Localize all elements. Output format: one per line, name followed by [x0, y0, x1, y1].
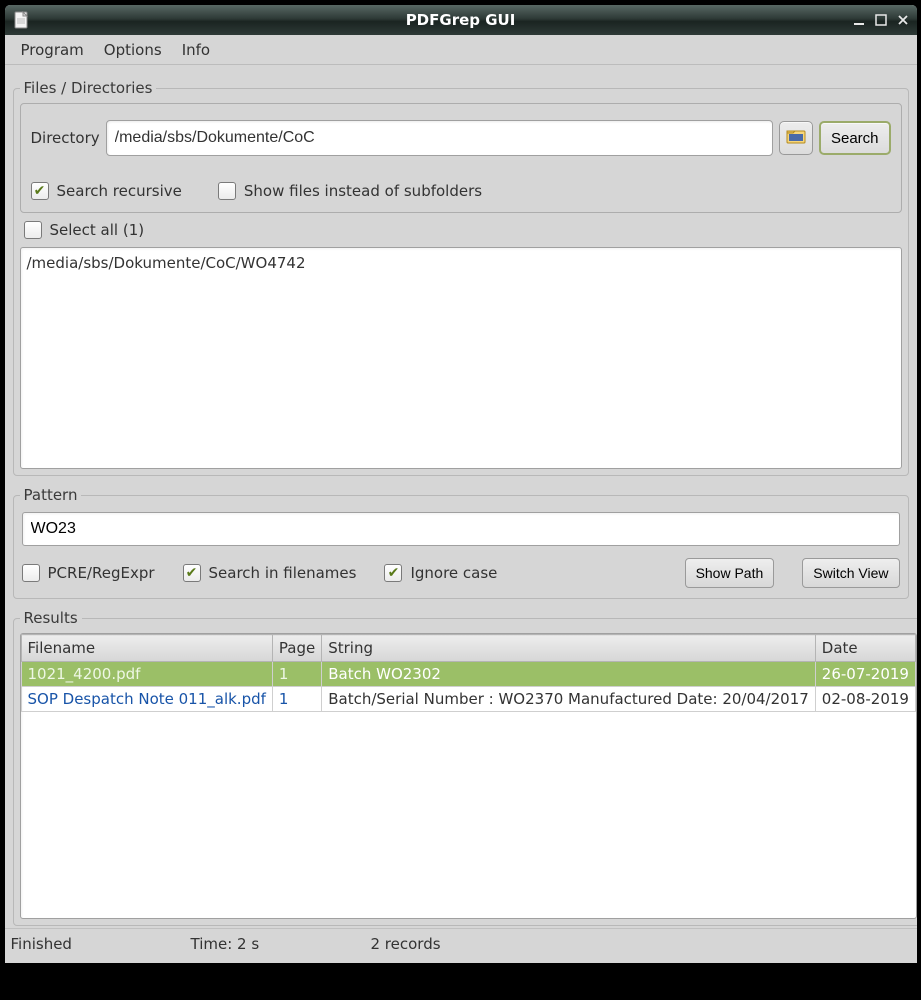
pattern-legend: Pattern	[20, 486, 82, 504]
col-page[interactable]: Page	[272, 635, 321, 662]
status-state: Finished	[11, 935, 151, 953]
pcre-label: PCRE/RegExpr	[48, 564, 155, 582]
search-button[interactable]: Search	[819, 121, 891, 155]
menu-info[interactable]: Info	[172, 37, 220, 63]
list-item[interactable]: /media/sbs/Dokumente/CoC/WO4742	[27, 252, 895, 274]
results-table[interactable]: Filename Page String Date 1021_4200.pdf1…	[21, 634, 916, 712]
browse-button[interactable]	[779, 121, 813, 155]
recursive-checkbox[interactable]: ✔ Search recursive	[31, 182, 182, 200]
files-legend: Files / Directories	[20, 79, 157, 97]
filenames-label: Search in filenames	[209, 564, 357, 582]
directory-label: Directory	[31, 129, 100, 147]
table-row[interactable]: 1021_4200.pdf1Batch WO230226-07-2019	[21, 662, 915, 687]
table-cell[interactable]: Batch/Serial Number : WO2370 Manufacture…	[322, 687, 816, 712]
table-cell[interactable]: 02-08-2019	[815, 687, 915, 712]
table-cell[interactable]: 1	[272, 662, 321, 687]
select-all-label: Select all (1)	[50, 221, 145, 239]
results-header-row[interactable]: Filename Page String Date	[21, 635, 915, 662]
col-filename[interactable]: Filename	[21, 635, 272, 662]
table-cell[interactable]: 1	[272, 687, 321, 712]
directory-input[interactable]	[106, 120, 773, 156]
close-icon[interactable]	[893, 10, 913, 30]
show-path-button[interactable]: Show Path	[685, 558, 775, 588]
table-cell[interactable]: 1021_4200.pdf	[21, 662, 272, 687]
table-row[interactable]: SOP Despatch Note 011_alk.pdf1Batch/Seri…	[21, 687, 915, 712]
folder-icon	[786, 127, 806, 149]
ignore-case-checkbox[interactable]: ✔ Ignore case	[384, 564, 497, 582]
maximize-icon[interactable]	[871, 10, 891, 30]
files-group: Files / Directories Directory	[13, 79, 909, 476]
menu-options[interactable]: Options	[94, 37, 172, 63]
menu-program[interactable]: Program	[11, 37, 94, 63]
pattern-group: Pattern ✔ PCRE/RegExpr ✔ Search in filen…	[13, 486, 909, 599]
app-window: PDFGrep GUI Program Options Info Files /…	[4, 4, 918, 964]
table-cell[interactable]: SOP Despatch Note 011_alk.pdf	[21, 687, 272, 712]
select-all-checkbox[interactable]: ✔ Select all (1)	[24, 221, 145, 239]
pattern-input[interactable]	[22, 512, 900, 546]
status-time: Time: 2 s	[191, 935, 331, 953]
recursive-label: Search recursive	[57, 182, 182, 200]
results-legend: Results	[20, 609, 82, 627]
statusbar: Finished Time: 2 s 2 records	[5, 928, 917, 963]
minimize-icon[interactable]	[849, 10, 869, 30]
menubar: Program Options Info	[5, 35, 917, 65]
titlebar[interactable]: PDFGrep GUI	[5, 5, 917, 35]
filenames-checkbox[interactable]: ✔ Search in filenames	[183, 564, 357, 582]
file-list[interactable]: /media/sbs/Dokumente/CoC/WO4742	[20, 247, 902, 469]
table-cell[interactable]: Batch WO2302	[322, 662, 816, 687]
pcre-checkbox[interactable]: ✔ PCRE/RegExpr	[22, 564, 155, 582]
show-files-checkbox[interactable]: ✔ Show files instead of subfolders	[218, 182, 482, 200]
ignore-case-label: Ignore case	[410, 564, 497, 582]
switch-view-button[interactable]: Switch View	[802, 558, 899, 588]
window-title: PDFGrep GUI	[5, 11, 917, 29]
col-date[interactable]: Date	[815, 635, 915, 662]
app-icon	[11, 9, 33, 31]
col-string[interactable]: String	[322, 635, 816, 662]
status-records: 2 records	[371, 935, 441, 953]
results-group: Results Filename Page String Date 1021_4…	[13, 609, 918, 926]
table-cell[interactable]: 26-07-2019	[815, 662, 915, 687]
show-files-label: Show files instead of subfolders	[244, 182, 482, 200]
